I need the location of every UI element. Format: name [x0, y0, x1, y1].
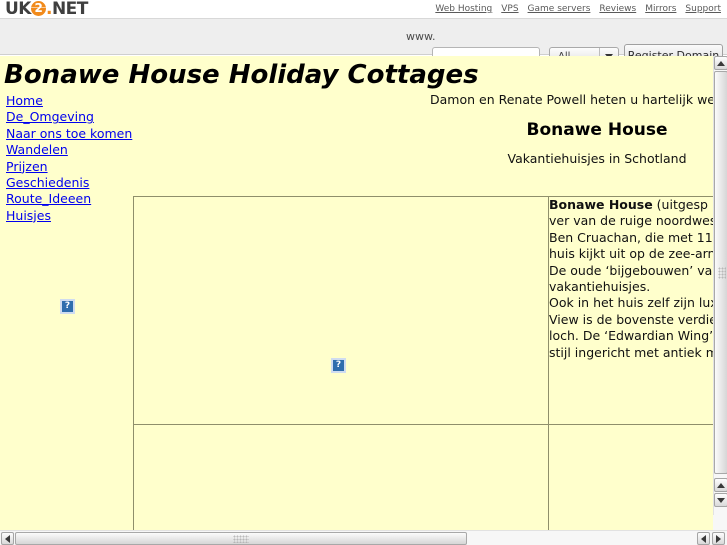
logo-globe-icon: 2: [30, 1, 46, 16]
bonawe-house-subtitle: Vakantiehuisjes in Schotland: [507, 151, 687, 166]
cottage-line-0: (uitgesp: [652, 197, 708, 212]
cottage-line-1: ver van de ruige noordwes: [549, 213, 713, 229]
sidebar-item-home[interactable]: Home: [6, 93, 136, 109]
cottage-line-5: vakantiehuisjes.: [549, 279, 651, 295]
sidebar-nav: Home De_Omgeving Naar ons toe komen Wand…: [6, 93, 136, 224]
layout-table: Bonawe House (uitgesp ver van de ruige n…: [133, 196, 713, 530]
cottage-line-2: Ben Cruachan, die met 11: [549, 229, 713, 245]
vertical-scrollbar-thumb[interactable]: [714, 71, 727, 474]
vertical-scrollbar[interactable]: [713, 56, 727, 530]
uk2-top-bar: UK 2 .NET Web Hosting VPS Game servers Review…: [0, 0, 727, 19]
www-prefix-label: www.: [406, 30, 436, 43]
sidebar-item-wandelen[interactable]: Wandelen: [6, 142, 136, 158]
sidebar-item-huisjes[interactable]: Huisjes: [6, 208, 136, 224]
horizontal-scrollbar-thumb[interactable]: [15, 532, 467, 545]
cottage-description-lead: Bonawe House: [549, 197, 653, 212]
uk2-nav: Web Hosting VPS Game servers Reviews Mirrors…: [435, 4, 721, 14]
uk2-logo[interactable]: UK 2 .NET: [5, 1, 88, 18]
grip-dots-icon: [233, 535, 249, 543]
description-cell-second: [548, 424, 713, 530]
scroll-right-arrow-icon-a[interactable]: [697, 532, 710, 545]
cottage-line-4: De oude ‘bijgebouwen’ va: [549, 262, 713, 278]
cottage-line-3: huis kijkt uit op de zee-arn: [549, 246, 713, 262]
description-cell: Bonawe House (uitgesp ver van de ruige n…: [548, 196, 713, 425]
scroll-right-arrow-icon-b[interactable]: [712, 532, 725, 545]
scroll-left-arrow-icon[interactable]: [1, 532, 14, 545]
uk2-nav-reviews[interactable]: Reviews: [599, 4, 636, 14]
uk2-nav-support[interactable]: Support: [685, 4, 721, 14]
broken-image-icon-photo: [331, 358, 346, 373]
grip-dots-icon: [718, 266, 726, 279]
cottage-line-7: View is de bovenste verdie: [549, 311, 713, 327]
scroll-up-arrow-icon[interactable]: [714, 56, 727, 70]
photo-cell-second: [133, 424, 549, 530]
uk2-nav-game-servers[interactable]: Game servers: [528, 4, 591, 14]
welcome-text: Damon en Renate Powell heten u hartelijk…: [430, 92, 713, 107]
scroll-up-arrow-icon-lower[interactable]: [714, 478, 727, 492]
broken-image-icon-sidebar: [60, 299, 75, 314]
sidebar-item-omgeving[interactable]: De_Omgeving: [6, 109, 136, 125]
domain-search-bar: www. All Register Domain: [0, 19, 727, 67]
table-row: Bonawe House (uitgesp ver van de ruige n…: [133, 196, 713, 425]
scroll-down-arrow-icon[interactable]: [714, 493, 727, 507]
uk2-nav-vps[interactable]: VPS: [501, 4, 518, 14]
sidebar-item-naar-ons-toe-komen[interactable]: Naar ons toe komen: [6, 126, 136, 142]
page-content: Bonawe House Holiday Cottages Home De_Om…: [0, 56, 713, 530]
sidebar-item-geschiedenis[interactable]: Geschiedenis: [6, 175, 136, 191]
bonawe-house-heading: Bonawe House: [526, 120, 668, 140]
cottage-description: Bonawe House (uitgesp ver van de ruige n…: [549, 197, 713, 361]
vertical-scroll-arrow-pair: [714, 478, 727, 508]
logo-text-suffix: NET: [51, 0, 88, 19]
horizontal-scrollbar[interactable]: [0, 530, 727, 545]
scrollbar-corner: [713, 515, 727, 530]
logo-text-prefix: UK: [5, 0, 31, 19]
cottage-line-9: stijl ingericht met antiek m: [549, 344, 713, 360]
page-title: Bonawe House Holiday Cottages: [4, 60, 479, 90]
sidebar-item-route-ideeen[interactable]: Route_Ideeen: [6, 191, 136, 207]
browser-viewport: UK 2 .NET Web Hosting VPS Game servers Review…: [0, 0, 727, 545]
uk2-nav-web-hosting[interactable]: Web Hosting: [435, 4, 492, 14]
cottage-line-8: loch. De ‘Edwardian Wing’: [549, 328, 713, 344]
sidebar-item-prijzen[interactable]: Prijzen: [6, 159, 136, 175]
table-row: [133, 424, 713, 530]
uk2-nav-mirrors[interactable]: Mirrors: [645, 4, 676, 14]
cottage-line-6: Ook in het huis zelf zijn lux: [549, 295, 713, 311]
photo-cell: [133, 196, 549, 425]
